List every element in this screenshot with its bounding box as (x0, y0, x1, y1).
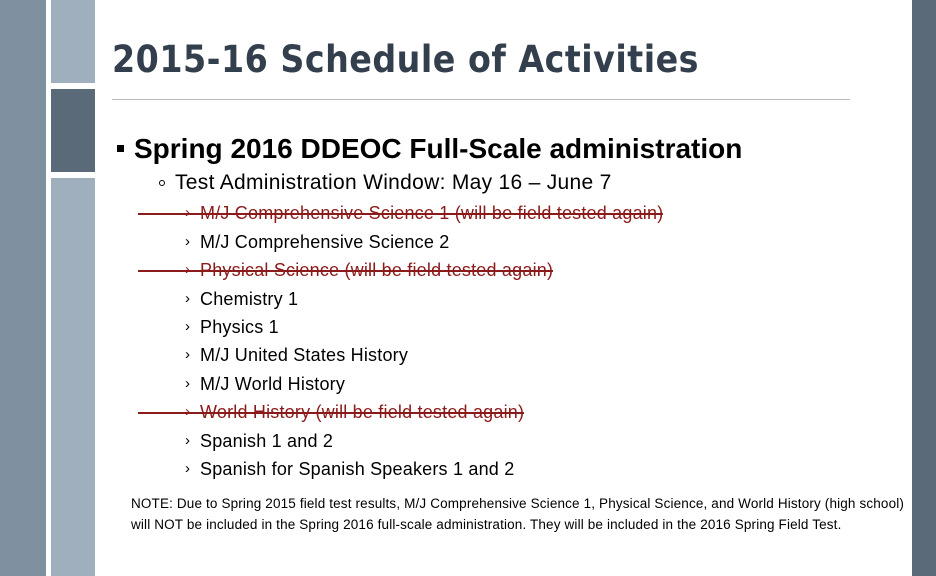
course-label: M/J World History (200, 373, 346, 394)
slide-body: Spring 2016 DDEOC Full-Scale administrat… (112, 132, 902, 484)
course-item: ›World History (will be field tested aga… (112, 398, 902, 426)
chevron-right-icon: › (185, 232, 191, 250)
main-bullet-item: Spring 2016 DDEOC Full-Scale administrat… (112, 132, 902, 165)
chevron-right-icon: › (185, 289, 191, 307)
sidebar-block-middle (51, 89, 95, 172)
course-label: Chemistry 1 (200, 288, 299, 309)
course-label: Physics 1 (200, 316, 279, 337)
main-bullet-label: Spring 2016 DDEOC Full-Scale administrat… (134, 133, 743, 164)
course-item: ›M/J Comprehensive Science 1 (will be fi… (112, 199, 902, 227)
strikethrough-rule (138, 270, 553, 273)
course-label: Spanish for Spanish Speakers 1 and 2 (200, 459, 515, 480)
strikethrough-rule (138, 412, 524, 415)
course-item: › Spanish 1 and 2 (112, 427, 902, 455)
sidebar-block-top (51, 0, 95, 83)
slide-title: 2015-16 Schedule of Activities (112, 38, 700, 81)
course-item: › M/J Comprehensive Science 2 (112, 228, 902, 256)
sidebar-accent-bar (0, 0, 46, 576)
course-item: › Chemistry 1 (112, 285, 902, 313)
course-label: M/J Comprehensive Science 2 (200, 231, 450, 252)
circle-bullet-icon (159, 180, 165, 187)
title-divider (112, 99, 850, 100)
course-item: › Physics 1 (112, 313, 902, 341)
course-list: ›M/J Comprehensive Science 1 (will be fi… (112, 199, 902, 483)
chevron-right-icon: › (185, 317, 191, 335)
chevron-right-icon: › (185, 431, 191, 449)
course-item: › M/J World History (112, 370, 902, 398)
sub-bullet-item: Test Administration Window: May 16 – Jun… (112, 170, 902, 195)
sidebar-block-bottom (51, 178, 95, 576)
course-label: Spanish 1 and 2 (200, 430, 334, 451)
note-text: NOTE: Due to Spring 2015 field test resu… (131, 496, 905, 532)
chevron-right-icon: › (185, 346, 191, 364)
square-bullet-icon (117, 145, 124, 152)
chevron-right-icon: › (185, 460, 191, 478)
course-item: ›Physical Science (will be field tested … (112, 256, 902, 284)
sub-bullet-label: Test Administration Window: May 16 – Jun… (175, 171, 612, 195)
course-item: › Spanish for Spanish Speakers 1 and 2 (112, 455, 902, 483)
right-accent-bar (912, 0, 936, 576)
strikethrough-rule (138, 213, 663, 216)
slide: 2015-16 Schedule of Activities Spring 20… (0, 0, 936, 576)
chevron-right-icon: › (185, 374, 191, 392)
course-item: › M/J United States History (112, 341, 902, 369)
course-label: M/J United States History (200, 345, 409, 366)
